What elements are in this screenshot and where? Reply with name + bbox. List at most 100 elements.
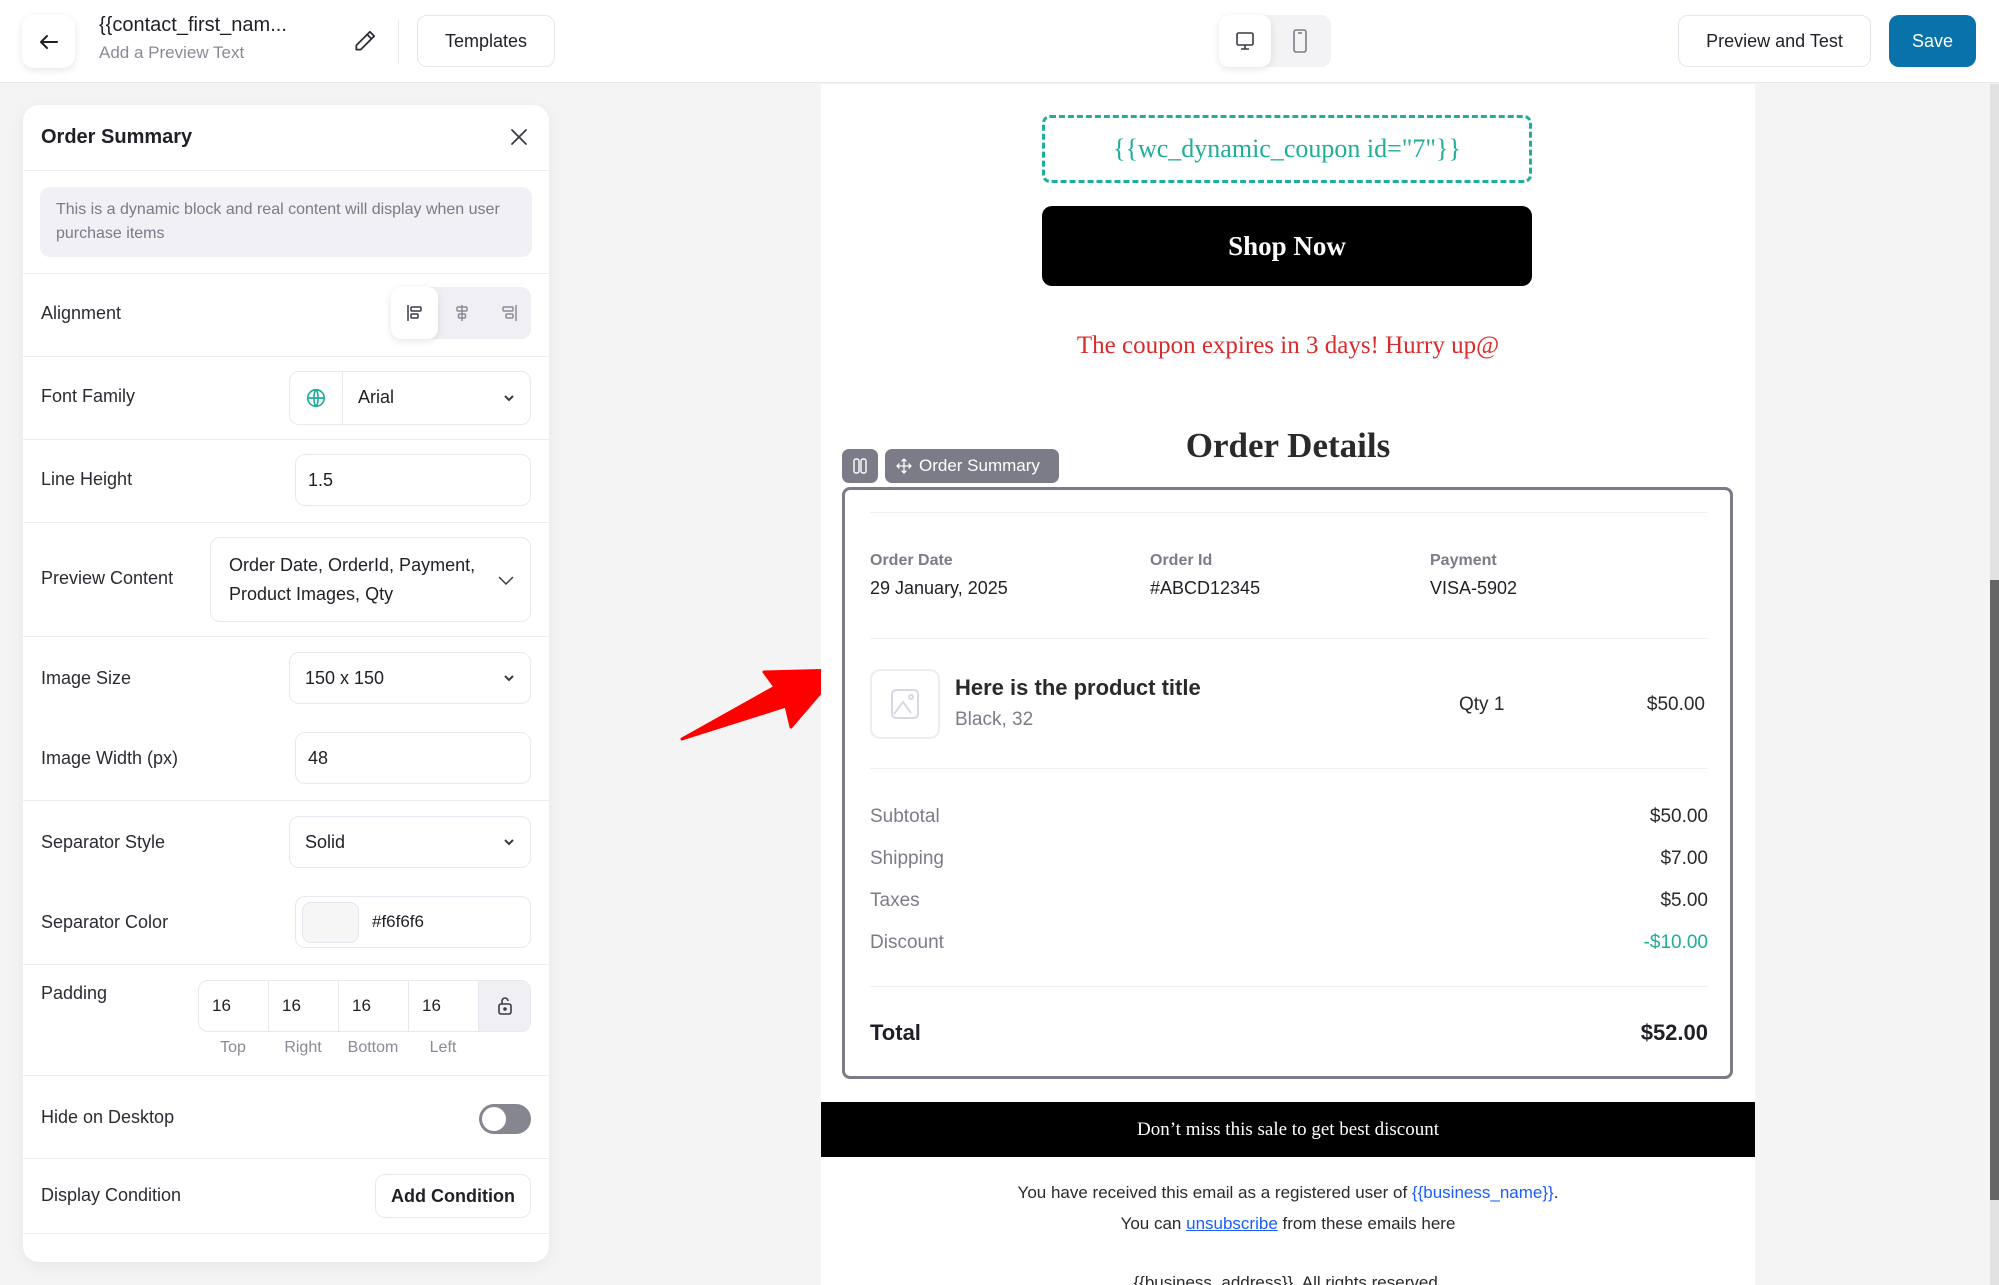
padding-label: Padding bbox=[41, 983, 108, 1003]
footer-address[interactable]: {{business_address}}. All rights reserve… bbox=[821, 1273, 1755, 1285]
separator bbox=[870, 638, 1708, 639]
email-canvas: {{wc_dynamic_coupon id="7"}} Shop Now Th… bbox=[821, 84, 1755, 1285]
padding-top-input[interactable]: 16 bbox=[199, 981, 269, 1031]
image-width-input[interactable]: 48 bbox=[295, 732, 531, 784]
preview-and-test-button[interactable]: Preview and Test bbox=[1678, 15, 1871, 67]
separator-style-value: Solid bbox=[305, 832, 346, 852]
hide-desktop-toggle[interactable] bbox=[479, 1104, 531, 1134]
image-size-row: Image Size 150 x 150 bbox=[23, 637, 549, 719]
chevron-down-icon bbox=[504, 839, 514, 846]
coupon-expire-text[interactable]: The coupon expires in 3 days! Hurry up@ bbox=[821, 332, 1755, 360]
scrollbar-thumb[interactable] bbox=[1990, 580, 1999, 1200]
total-value: $52.00 bbox=[1640, 1020, 1708, 1045]
preview-content-label: Preview Content bbox=[41, 568, 174, 588]
discount-value: -$10.00 bbox=[1643, 932, 1708, 953]
separator-color-input[interactable]: #f6f6f6 bbox=[295, 896, 531, 948]
padding-bottom-input[interactable]: 16 bbox=[339, 981, 409, 1031]
padding-right-input[interactable]: 16 bbox=[269, 981, 339, 1031]
image-size-value: 150 x 150 bbox=[305, 668, 385, 688]
font-family-value: Arial bbox=[358, 387, 395, 407]
font-family-select[interactable]: Arial bbox=[289, 371, 531, 425]
separator bbox=[870, 768, 1708, 769]
preview-content-row: Preview Content Order Date, OrderId, Pay… bbox=[23, 523, 549, 637]
totals-row: Shipping $7.00 bbox=[870, 848, 1708, 870]
line-height-label: Line Height bbox=[41, 469, 133, 489]
back-button[interactable] bbox=[22, 15, 75, 68]
order-summary-block[interactable]: Order Date 29 January, 2025 Order Id #AB… bbox=[842, 487, 1733, 1079]
arrow-left-icon bbox=[39, 34, 58, 49]
separator-style-label: Separator Style bbox=[41, 832, 166, 852]
padding-right-label: Right bbox=[284, 1039, 322, 1056]
font-source-button[interactable] bbox=[290, 372, 343, 424]
align-left-icon bbox=[406, 305, 422, 321]
totals-label: Taxes bbox=[870, 890, 920, 911]
footer-text: from these emails here bbox=[1277, 1214, 1456, 1233]
desktop-view-button[interactable] bbox=[1219, 15, 1271, 67]
hide-desktop-label: Hide on Desktop bbox=[41, 1107, 175, 1127]
image-width-row: Image Width (px) 48 bbox=[23, 719, 549, 801]
coupon-block[interactable]: {{wc_dynamic_coupon id="7"}} bbox=[1042, 115, 1532, 183]
panel-title: Order Summary bbox=[41, 126, 193, 148]
mobile-view-button[interactable] bbox=[1274, 15, 1326, 67]
font-family-row: Font Family Arial bbox=[23, 357, 549, 440]
align-right-button[interactable] bbox=[485, 287, 532, 339]
separator-style-row: Separator Style Solid bbox=[23, 801, 549, 883]
block-column-handle[interactable] bbox=[842, 449, 878, 483]
totals-value: $7.00 bbox=[1660, 848, 1708, 869]
block-label-tag[interactable]: Order Summary bbox=[885, 449, 1059, 483]
footer-registered-text[interactable]: You have received this email as a regist… bbox=[821, 1183, 1755, 1203]
padding-left-input[interactable]: 16 bbox=[409, 981, 479, 1031]
totals-label: Subtotal bbox=[870, 806, 940, 827]
promo-banner[interactable]: Don’t miss this sale to get best discoun… bbox=[821, 1102, 1755, 1157]
color-swatch[interactable] bbox=[302, 902, 359, 943]
padding-left-label: Left bbox=[429, 1039, 457, 1056]
align-center-button[interactable] bbox=[438, 287, 485, 339]
hide-desktop-row: Hide on Desktop bbox=[23, 1076, 549, 1159]
globe-icon bbox=[306, 388, 326, 408]
total-label: Total bbox=[870, 1020, 921, 1045]
templates-button[interactable]: Templates bbox=[417, 15, 555, 67]
order-summary-settings-panel: Order Summary This is a dynamic block an… bbox=[23, 105, 549, 1262]
footer-text: . bbox=[1553, 1183, 1559, 1202]
separator bbox=[870, 512, 1708, 513]
totals-value: $5.00 bbox=[1660, 890, 1708, 911]
image-size-select[interactable]: 150 x 150 bbox=[289, 652, 531, 704]
product-price: $50.00 bbox=[1646, 694, 1705, 715]
chevron-down-icon bbox=[504, 675, 514, 682]
columns-icon bbox=[853, 458, 867, 474]
meta-label: Order Id bbox=[1150, 552, 1213, 569]
line-height-row: Line Height 1.5 bbox=[23, 440, 549, 523]
preview-content-select[interactable]: Order Date, OrderId, Payment, Product Im… bbox=[210, 537, 531, 622]
email-subject[interactable]: {{contact_first_nam... bbox=[99, 14, 287, 37]
align-left-button[interactable] bbox=[391, 287, 438, 339]
totals-label: Discount bbox=[870, 932, 944, 953]
email-title-block[interactable]: {{contact_first_nam... Add a Preview Tex… bbox=[99, 14, 287, 63]
block-label-text: Order Summary bbox=[919, 456, 1040, 475]
display-condition-label: Display Condition bbox=[41, 1185, 182, 1205]
separator-style-select[interactable]: Solid bbox=[289, 816, 531, 868]
image-width-label: Image Width (px) bbox=[41, 748, 179, 768]
padding-inputs: 16 16 16 16 bbox=[198, 980, 531, 1032]
annotation-arrow bbox=[680, 668, 840, 741]
display-condition-row: Display Condition Add Condition bbox=[23, 1159, 549, 1234]
padding-lock-button[interactable] bbox=[479, 981, 530, 1031]
preview-text-field[interactable]: Add a Preview Text bbox=[99, 43, 287, 63]
shop-now-button[interactable]: Shop Now bbox=[1042, 206, 1532, 286]
image-icon bbox=[891, 689, 919, 719]
close-icon[interactable] bbox=[507, 125, 531, 149]
save-button[interactable]: Save bbox=[1889, 15, 1976, 67]
meta-value: #ABCD12345 bbox=[1150, 578, 1261, 598]
chevron-down-icon bbox=[504, 395, 514, 402]
meta-order-id: Order Id #ABCD12345 bbox=[1150, 552, 1260, 599]
divider bbox=[398, 20, 399, 64]
totals-row: Discount -$10.00 bbox=[870, 932, 1708, 954]
padding-top-label: Top bbox=[220, 1039, 246, 1056]
meta-value: VISA-5902 bbox=[1430, 578, 1518, 598]
panel-header: Order Summary bbox=[23, 105, 549, 171]
unsubscribe-link[interactable]: unsubscribe bbox=[1186, 1214, 1278, 1233]
separator-color-value: #f6f6f6 bbox=[372, 912, 424, 931]
add-condition-button[interactable]: Add Condition bbox=[375, 1174, 531, 1218]
line-height-input[interactable]: 1.5 bbox=[295, 454, 531, 506]
footer-unsubscribe-text[interactable]: You can unsubscribe from these emails he… bbox=[821, 1214, 1755, 1234]
pencil-icon[interactable] bbox=[352, 28, 378, 54]
